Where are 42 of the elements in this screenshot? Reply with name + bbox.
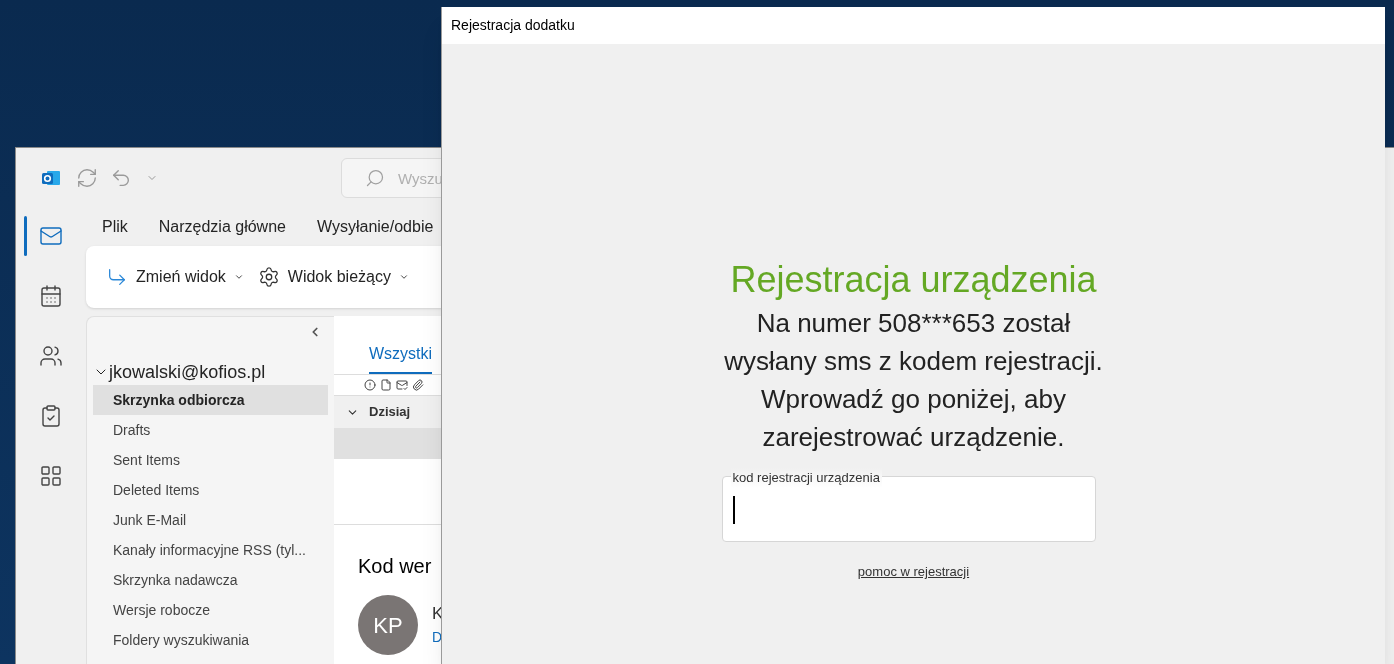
folder-item[interactable]: Wersje robocze xyxy=(93,595,328,625)
curved-arrow-icon xyxy=(106,266,128,288)
importance-icon xyxy=(364,379,376,391)
help-link[interactable]: pomoc w rejestracji xyxy=(857,562,970,582)
folder-item[interactable]: Kanały informacyjne RSS (tyl... xyxy=(93,535,328,565)
folder-item[interactable]: Drafts xyxy=(93,415,328,445)
document-icon xyxy=(380,379,392,391)
text-cursor xyxy=(732,496,735,524)
search-field[interactable]: Wyszu xyxy=(341,158,442,198)
clipboard-icon[interactable] xyxy=(39,404,63,428)
caret-icon xyxy=(398,272,409,282)
dialog-heading: Rejestracja urządzenia xyxy=(730,258,1097,302)
ribbon-tab[interactable]: Narzędzia główne xyxy=(158,215,286,239)
attachment-icon xyxy=(412,379,424,391)
folder-item[interactable]: Foldery wyszukiwania xyxy=(93,625,328,655)
folder-item[interactable]: Junk E-Mail xyxy=(93,505,328,535)
folder-item[interactable]: Deleted Items xyxy=(93,475,328,505)
message-detail: D xyxy=(432,627,444,647)
folder-item[interactable]: Skrzynka odbiorcza xyxy=(93,385,328,415)
filter-tab[interactable]: Wszystki xyxy=(369,342,433,374)
people-icon[interactable] xyxy=(39,344,63,368)
ribbon-button[interactable]: Widok bieżący xyxy=(257,265,409,289)
group-header[interactable]: Dzisiaj xyxy=(334,396,444,428)
folder-item[interactable]: Skrzynka nadawcza xyxy=(93,565,328,595)
ribbon-tab[interactable]: Wysyłanie/odbie xyxy=(316,215,434,239)
ribbon-button[interactable]: Zmień widok xyxy=(106,265,244,289)
outlook-logo-icon xyxy=(41,168,61,188)
dialog-message: Na numer 508***653 został wysłany sms z kodem rejestracji. Wprowadź go poniżej, aby zarejestrować urządzenie. xyxy=(723,307,1104,454)
window-title: Rejestracja dodatku xyxy=(451,16,575,35)
calendar-icon[interactable] xyxy=(39,284,63,308)
search-icon xyxy=(365,168,385,188)
message-subject: Kod wer xyxy=(357,554,433,579)
mail-icon[interactable] xyxy=(39,224,63,248)
ribbon-tab[interactable]: Plik xyxy=(102,215,128,239)
caret-icon xyxy=(233,272,244,282)
apps-icon[interactable] xyxy=(39,464,63,488)
mail-icon xyxy=(396,379,408,391)
group-label: Dzisiaj xyxy=(369,403,411,422)
account-header[interactable]: jkowalski@kofios.pl xyxy=(93,359,328,385)
folder-item[interactable]: Sent Items xyxy=(93,445,328,475)
gear-icon xyxy=(257,266,280,288)
avatar: KP xyxy=(358,595,418,655)
